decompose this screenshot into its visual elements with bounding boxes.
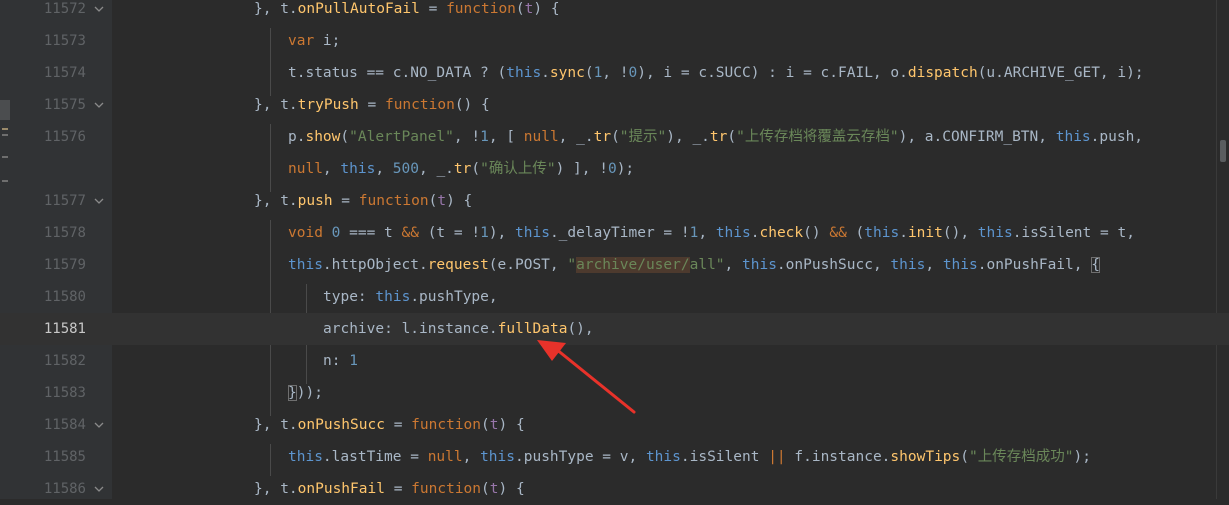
code-line[interactable]: 11576 p.show("AlertPanel", !1, [ null, _… (0, 121, 1229, 153)
code-text: }, t.onPullAutoFail = function(t) { (254, 1, 560, 17)
chevron-down-icon[interactable] (94, 4, 104, 14)
code-text: }, t.tryPush = function() { (254, 97, 490, 113)
line-number: 11575 (43, 97, 86, 113)
line-number: 11579 (43, 257, 86, 273)
chevron-down-icon[interactable] (94, 100, 104, 110)
line-number: 11573 (43, 33, 86, 49)
line-number: 11586 (43, 481, 86, 497)
code-text: void 0 === t && (t = !1), this._delayTim… (288, 225, 1135, 241)
code-text: })); (288, 385, 323, 401)
code-text: var i; (288, 33, 341, 49)
line-number: 11584 (43, 417, 86, 433)
code-line[interactable]: 11573 var i; (0, 25, 1229, 57)
line-number: 11572 (43, 1, 86, 17)
code-text: this.httpObject.request(e.POST, "archive… (288, 257, 1100, 273)
code-line[interactable]: 11578 void 0 === t && (t = !1), this._de… (0, 217, 1229, 249)
line-number: 11581 (43, 321, 86, 337)
line-number: 11577 (43, 193, 86, 209)
code-text: type: this.pushType, (323, 289, 498, 305)
code-text: this.lastTime = null, this.pushType = v,… (288, 449, 1091, 465)
code-line-current[interactable]: 11581 archive: l.instance.fullData(), (0, 313, 1229, 345)
code-line[interactable]: 11585 this.lastTime = null, this.pushTyp… (0, 441, 1229, 473)
line-number: 11583 (43, 385, 86, 401)
code-text: n: 1 (323, 353, 358, 369)
code-text: }, t.onPushFail = function(t) { (254, 481, 525, 497)
line-number: 11578 (43, 225, 86, 241)
line-number: 11585 (43, 449, 86, 465)
line-number: 11580 (43, 289, 86, 305)
line-number: 11574 (43, 65, 86, 81)
code-line[interactable]: 11577 }, t.push = function(t) { (0, 185, 1229, 217)
code-line[interactable]: 11572 }, t.onPullAutoFail = function(t) … (0, 0, 1229, 25)
code-line[interactable]: null, this, 500, _.tr("确认上传") ], !0); (0, 153, 1229, 185)
code-text: p.show("AlertPanel", !1, [ null, _.tr("提… (288, 129, 1144, 145)
code-text: null, this, 500, _.tr("确认上传") ], !0); (288, 161, 635, 177)
code-text: }, t.onPushSucc = function(t) { (254, 417, 525, 433)
code-line[interactable]: 11582 n: 1 (0, 345, 1229, 377)
code-line[interactable]: 11574 t.status == c.NO_DATA ? (this.sync… (0, 57, 1229, 89)
code-text: archive: l.instance.fullData(), (323, 321, 594, 337)
code-line[interactable]: 11586 }, t.onPushFail = function(t) { (0, 473, 1229, 505)
chevron-down-icon[interactable] (94, 484, 104, 494)
code-line[interactable]: 11580 type: this.pushType, (0, 281, 1229, 313)
code-text: t.status == c.NO_DATA ? (this.sync(1, !0… (288, 65, 1144, 81)
chevron-down-icon[interactable] (94, 420, 104, 430)
code-line[interactable]: 11579 this.httpObject.request(e.POST, "a… (0, 249, 1229, 281)
line-number: 11576 (43, 129, 86, 145)
line-number: 11582 (43, 353, 86, 369)
code-text: }, t.push = function(t) { (254, 193, 473, 209)
code-line[interactable]: 11584 }, t.onPushSucc = function(t) { (0, 409, 1229, 441)
code-line[interactable]: 11575 }, t.tryPush = function() { (0, 89, 1229, 121)
code-line[interactable]: 11583 })); (0, 377, 1229, 409)
chevron-down-icon[interactable] (94, 196, 104, 206)
